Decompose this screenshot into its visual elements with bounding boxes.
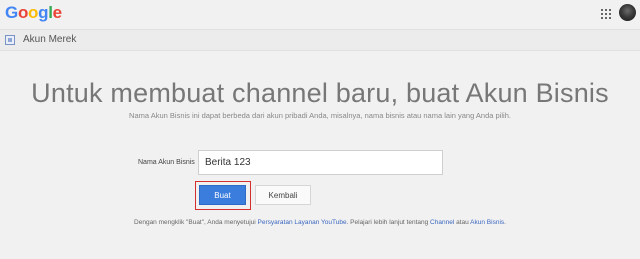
channel-link[interactable]: Channel	[430, 219, 454, 226]
business-name-input[interactable]	[198, 150, 443, 175]
logo-letter: o	[17, 3, 29, 22]
brand-account-label[interactable]: Akun Merek	[23, 34, 76, 45]
business-account-link[interactable]: Akun Bisnis	[470, 219, 504, 226]
brand-account-bar: Akun Merek	[0, 29, 640, 51]
apps-grid-icon[interactable]	[601, 9, 611, 19]
terms-suffix: .	[504, 219, 506, 226]
tos-link[interactable]: Persyaratan Layanan YouTube	[258, 219, 347, 226]
terms-or: atau	[454, 219, 471, 226]
business-name-label: Nama Akun Bisnis	[138, 159, 195, 166]
brand-account-icon	[5, 35, 15, 45]
logo-letter: o	[28, 3, 39, 22]
logo-letter: g	[38, 3, 49, 22]
terms-notice: Dengan mengklik "Buat", Anda menyetujui …	[0, 219, 640, 226]
page-description: Nama Akun Bisnis ini dapat berbeda dari …	[129, 111, 511, 120]
back-button[interactable]: Kembali	[255, 185, 311, 205]
top-bar: Google	[0, 0, 640, 28]
terms-middle: . Pelajari lebih lanjut tentang	[346, 219, 431, 226]
google-logo[interactable]: Google	[5, 3, 62, 23]
avatar[interactable]	[619, 4, 636, 21]
create-button[interactable]: Buat	[199, 185, 246, 205]
terms-prefix: Dengan mengklik "Buat", Anda menyetujui	[134, 219, 258, 226]
page-title: Untuk membuat channel baru, buat Akun Bi…	[31, 78, 609, 108]
logo-letter: G	[5, 3, 18, 22]
logo-letter: e	[52, 3, 62, 22]
